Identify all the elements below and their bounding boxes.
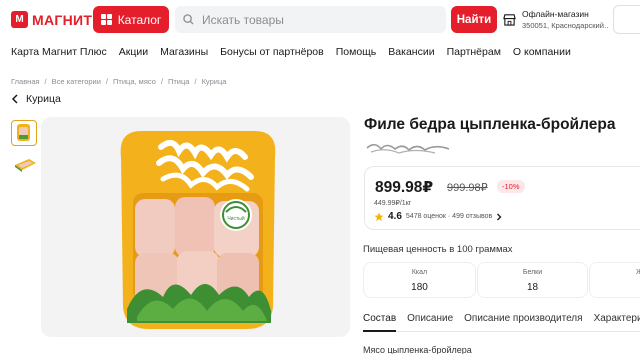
back-link-label: Курица — [26, 93, 61, 105]
store-title: Офлайн-магазин — [522, 8, 589, 19]
old-price: 999.98₽ — [447, 182, 488, 194]
product-package-image: Чистый — [120, 131, 276, 329]
current-price: 899.98₽ — [375, 179, 434, 196]
gallery-thumbnail[interactable] — [11, 152, 37, 178]
search-input[interactable] — [202, 12, 432, 27]
product-main-image[interactable]: Чистый — [41, 117, 350, 337]
rating-count: 5478 оценок · 499 отзывов — [405, 213, 493, 220]
nav-item-partner-bonuses[interactable]: Бонусы от партнёров — [220, 46, 324, 58]
price-card: 899.98₽ 999.98₽ -10% 449.99₽/1кг 4.6 547… — [364, 166, 640, 230]
cart-button[interactable] — [613, 5, 640, 34]
store-selector[interactable]: Офлайн-магазин 350051, Краснодарский… — [503, 5, 609, 34]
chevron-left-icon — [11, 94, 18, 104]
find-button[interactable]: Найти — [451, 6, 497, 33]
redacted-subtitle — [366, 143, 450, 154]
grid-icon — [100, 14, 112, 25]
tab-description[interactable]: Описание — [407, 306, 453, 331]
product-thumbnail-image — [15, 159, 36, 172]
svg-text:Чистый: Чистый — [227, 215, 245, 222]
rating-summary[interactable]: 4.6 5478 оценок · 499 отзывов — [374, 211, 502, 222]
breadcrumb-item[interactable]: Курица — [202, 77, 227, 86]
search-bar[interactable] — [175, 6, 446, 33]
nav-item-about[interactable]: О компании — [513, 46, 571, 58]
magnit-logo-icon: М — [11, 11, 28, 28]
nutrition-card-fat: Жи — [589, 262, 640, 298]
catalog-button[interactable]: Каталог — [93, 6, 169, 33]
nutrition-label: Жи — [636, 269, 640, 276]
header: М МАГНИТ Каталог Найти Офлайн-магазин 35… — [0, 0, 640, 40]
nav-item-vacancies[interactable]: Вакансии — [388, 46, 434, 58]
nav-item-stores[interactable]: Магазины — [160, 46, 208, 58]
composition-text: Мясо цыпленка-бройлера — [363, 345, 472, 354]
breadcrumb-separator: / — [194, 77, 197, 86]
nutrition-value: 180 — [411, 282, 428, 293]
nutrition-card-kcal: Ккал 180 — [363, 262, 476, 298]
catalog-label: Каталог — [117, 12, 162, 27]
breadcrumb-item[interactable]: Птица, мясо — [113, 77, 156, 86]
nav-item-magnit-plus-card[interactable]: Карта Магнит Плюс — [11, 46, 107, 58]
breadcrumb-separator: / — [44, 77, 47, 86]
breadcrumb-separator: / — [160, 77, 163, 86]
breadcrumb-separator: / — [105, 77, 109, 86]
nav-item-help[interactable]: Помощь — [336, 46, 377, 58]
nav-item-partners[interactable]: Партнёрам — [447, 46, 501, 58]
tab-manufacturer-description[interactable]: Описание производителя — [464, 306, 582, 331]
breadcrumb-item[interactable]: Главная — [11, 77, 40, 86]
tab-composition[interactable]: Состав — [363, 306, 397, 332]
star-icon — [374, 212, 384, 221]
nutrition-label: Белки — [522, 269, 543, 276]
product-title: Филе бедра цыпленка-бройлера — [364, 116, 616, 133]
breadcrumb: Главная / Все категории / Птица, мясо / Пти… — [11, 77, 226, 86]
product-tabs: Состав Описание Описание производителя Х… — [363, 306, 640, 332]
search-icon — [183, 14, 194, 25]
nav-item-promotions[interactable]: Акции — [119, 46, 148, 58]
rating-value: 4.6 — [388, 211, 402, 222]
nutrition-label: Ккал — [411, 269, 428, 276]
nutrition-title: Пищевая ценность в 100 граммах — [363, 244, 513, 255]
breadcrumb-item[interactable]: Все категории — [52, 77, 101, 86]
nutrition-card-protein: Белки 18 — [477, 262, 588, 298]
logo-text: МАГНИТ — [32, 11, 93, 28]
top-nav: Карта Магнит Плюс Акции Магазины Бонусы … — [11, 46, 583, 58]
tab-characteristics[interactable]: Характери — [594, 306, 640, 331]
store-icon — [503, 14, 516, 26]
chevron-right-icon — [497, 213, 502, 220]
discount-badge: -10% — [497, 180, 525, 193]
product-thumbnail-image — [17, 124, 30, 141]
breadcrumb-item[interactable]: Птица — [168, 77, 189, 86]
magnit-logo[interactable]: М МАГНИТ — [11, 11, 92, 28]
nutrition-value: 18 — [526, 282, 539, 293]
gallery-thumbnail[interactable] — [11, 120, 37, 146]
unit-price: 449.99₽/1кг — [374, 200, 412, 207]
back-link[interactable]: Курица — [11, 93, 61, 105]
store-address: 350051, Краснодарский… — [522, 20, 608, 30]
